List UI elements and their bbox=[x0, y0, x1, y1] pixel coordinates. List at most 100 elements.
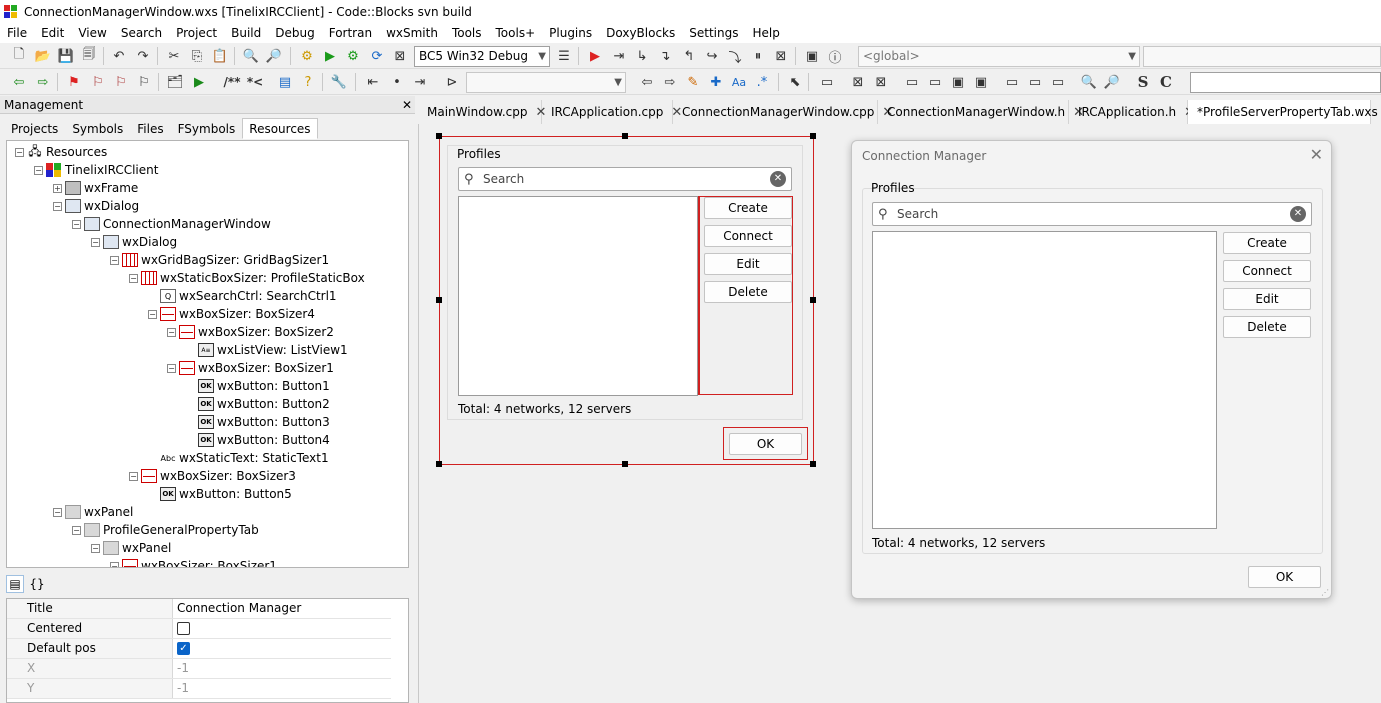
close-icon[interactable]: ✕ bbox=[1310, 145, 1323, 164]
property-row[interactable]: Default pos ✓ bbox=[7, 639, 391, 659]
new-file-icon[interactable]: 🗋 bbox=[10, 47, 28, 65]
clear-search-icon[interactable]: ✕ bbox=[1290, 206, 1306, 222]
property-value[interactable]: Connection Manager bbox=[173, 599, 301, 618]
doxywizard-icon[interactable]: 🗂 bbox=[166, 73, 184, 91]
editor-tab[interactable]: IRCApplication.h✕ bbox=[1069, 100, 1195, 124]
tree-node[interactable]: − wxBoxSizer: BoxSizer1 bbox=[110, 557, 277, 567]
tree-node[interactable]: OK wxButton: Button5 bbox=[148, 485, 292, 503]
preview-profiles-list[interactable] bbox=[872, 231, 1217, 529]
menu-file[interactable]: File bbox=[0, 23, 34, 43]
menu-search[interactable]: Search bbox=[114, 23, 169, 43]
resize-handle[interactable] bbox=[622, 133, 628, 139]
collapse-icon[interactable]: − bbox=[129, 273, 138, 283]
resize-handle[interactable] bbox=[436, 133, 442, 139]
paste-icon[interactable]: 📋 bbox=[211, 47, 229, 65]
resource-tree[interactable]: − 🖧 Resources − TinelixIRCClient + wxFrame − wxD… bbox=[6, 140, 409, 568]
pause-icon[interactable]: ⏸ bbox=[749, 47, 767, 65]
preview-delete-button[interactable]: Delete bbox=[1223, 316, 1311, 338]
rebuild-icon[interactable]: ⟳ bbox=[368, 47, 386, 65]
info-icon[interactable]: ⓘ bbox=[826, 47, 844, 66]
property-value[interactable]: -1 bbox=[173, 659, 189, 678]
resize-handle[interactable] bbox=[436, 461, 442, 467]
redo-icon[interactable]: ↷ bbox=[134, 47, 152, 65]
designer-ok-button[interactable]: OK bbox=[729, 433, 802, 455]
designer-edit-button[interactable]: Edit bbox=[704, 253, 792, 275]
function-select[interactable] bbox=[1143, 46, 1381, 67]
resize-handle[interactable] bbox=[436, 297, 442, 303]
preview-search-input[interactable]: ⚲ Search ✕ bbox=[872, 202, 1312, 226]
tree-node[interactable]: − ProfileGeneralPropertyTab bbox=[72, 521, 259, 539]
menu-help[interactable]: Help bbox=[745, 23, 786, 43]
tree-node[interactable]: − wxBoxSizer: BoxSizer1 bbox=[167, 359, 334, 377]
preview-ok-button[interactable]: OK bbox=[1248, 566, 1321, 588]
tree-node[interactable]: − wxBoxSizer: BoxSizer3 bbox=[129, 467, 296, 485]
step-out-icon[interactable]: ↰ bbox=[680, 47, 698, 65]
designer-delete-button[interactable]: Delete bbox=[704, 281, 792, 303]
menu-doxyblocks[interactable]: DoxyBlocks bbox=[599, 23, 682, 43]
widget-grid-icon[interactable]: ⊠ bbox=[872, 73, 890, 91]
collapse-icon[interactable]: − bbox=[53, 201, 62, 211]
menu-wxsmith[interactable]: wxSmith bbox=[379, 23, 445, 43]
collapse-icon[interactable]: − bbox=[15, 147, 24, 157]
abort-icon[interactable]: ⊠ bbox=[391, 47, 409, 65]
property-checkbox[interactable] bbox=[177, 622, 190, 635]
run-to-cursor-icon[interactable]: ⇥ bbox=[610, 47, 628, 65]
border-b-icon[interactable]: ▭ bbox=[1026, 73, 1044, 91]
connection-manager-preview-dialog[interactable]: Connection Manager ✕ Profiles ⚲ Search ✕… bbox=[851, 140, 1332, 599]
prev-bookmark-icon[interactable]: ⚐ bbox=[89, 73, 107, 91]
resize-grip-icon[interactable]: ⋰ bbox=[1321, 588, 1329, 597]
widget-panel-icon[interactable]: ⊠ bbox=[849, 73, 867, 91]
sizer-a-icon[interactable]: ▭ bbox=[903, 73, 921, 91]
zoom-out-icon[interactable]: 🔎 bbox=[1103, 73, 1121, 91]
tree-node[interactable]: − wxStaticBoxSizer: ProfileStaticBox bbox=[129, 269, 365, 287]
menu-edit[interactable]: Edit bbox=[34, 23, 71, 43]
menu-view[interactable]: View bbox=[71, 23, 113, 43]
tree-node[interactable]: OK wxButton: Button2 bbox=[186, 395, 330, 413]
undo-icon[interactable]: ↶ bbox=[110, 47, 128, 65]
save-icon[interactable]: 💾 bbox=[57, 47, 75, 65]
resize-handle[interactable] bbox=[810, 461, 816, 467]
replace-icon[interactable]: 🔎 bbox=[265, 47, 283, 65]
collapse-icon[interactable]: − bbox=[91, 237, 100, 247]
debug-windows-icon[interactable]: ▣ bbox=[803, 47, 821, 65]
designer-profiles-list[interactable] bbox=[458, 196, 698, 396]
tree-node[interactable]: − wxBoxSizer: BoxSizer2 bbox=[167, 323, 334, 341]
expand-icon[interactable]: + bbox=[53, 183, 62, 193]
next-icon[interactable]: ⇥ bbox=[411, 73, 429, 91]
next-line-icon[interactable]: ↳ bbox=[633, 47, 651, 65]
prev-icon[interactable]: ⇤ bbox=[364, 73, 382, 91]
build-target-select[interactable]: BC5 Win32 Debug ▼ bbox=[414, 46, 550, 67]
editor-tab[interactable]: IRCApplication.cpp ✕ bbox=[542, 100, 682, 124]
resize-handle[interactable] bbox=[810, 133, 816, 139]
tree-node[interactable]: − TinelixIRCClient bbox=[34, 161, 158, 179]
occurrence-icon[interactable]: ✚ bbox=[707, 73, 725, 91]
open-file-icon[interactable]: 📂 bbox=[34, 47, 52, 65]
collapse-icon[interactable]: − bbox=[91, 543, 100, 553]
stop-debug-icon[interactable]: ⊠ bbox=[772, 47, 790, 65]
line-comment-icon[interactable]: *< bbox=[245, 73, 265, 91]
tree-node[interactable]: OK wxButton: Button1 bbox=[186, 377, 330, 395]
extract-docs-icon[interactable]: ▶ bbox=[190, 73, 208, 91]
tree-node[interactable]: − 🖧 Resources bbox=[15, 143, 107, 161]
menu-plugins[interactable]: Plugins bbox=[542, 23, 599, 43]
symbol-select[interactable]: ▼ bbox=[466, 72, 626, 93]
pointer-icon[interactable]: ⬉ bbox=[786, 73, 804, 91]
collapse-icon[interactable]: − bbox=[167, 327, 176, 337]
tab-resources[interactable]: Resources bbox=[242, 118, 318, 139]
tree-node[interactable]: Abc wxStaticText: StaticText1 bbox=[148, 449, 329, 467]
open-html-icon[interactable]: ▤ bbox=[276, 73, 294, 91]
designer-create-button[interactable]: Create bbox=[704, 197, 792, 219]
tree-node[interactable]: − wxPanel bbox=[91, 539, 171, 557]
menu-debug[interactable]: Debug bbox=[268, 23, 321, 43]
toggle-bookmark-icon[interactable]: ⚑ bbox=[65, 73, 83, 91]
menu-build[interactable]: Build bbox=[224, 23, 268, 43]
property-row[interactable]: X -1 bbox=[7, 659, 391, 679]
close-icon[interactable]: ✕ bbox=[399, 96, 415, 114]
next-instruction-icon[interactable]: ↪ bbox=[703, 47, 721, 65]
designer-search-input[interactable]: ⚲ Search ✕ bbox=[458, 167, 792, 191]
tab-projects[interactable]: Projects bbox=[4, 118, 65, 139]
block-comment-icon[interactable]: /** bbox=[220, 73, 244, 91]
tab-fsymbols[interactable]: FSymbols bbox=[171, 118, 243, 139]
tree-node[interactable]: − wxDialog bbox=[53, 197, 139, 215]
zoom-in-icon[interactable]: 🔍 bbox=[1080, 73, 1098, 91]
